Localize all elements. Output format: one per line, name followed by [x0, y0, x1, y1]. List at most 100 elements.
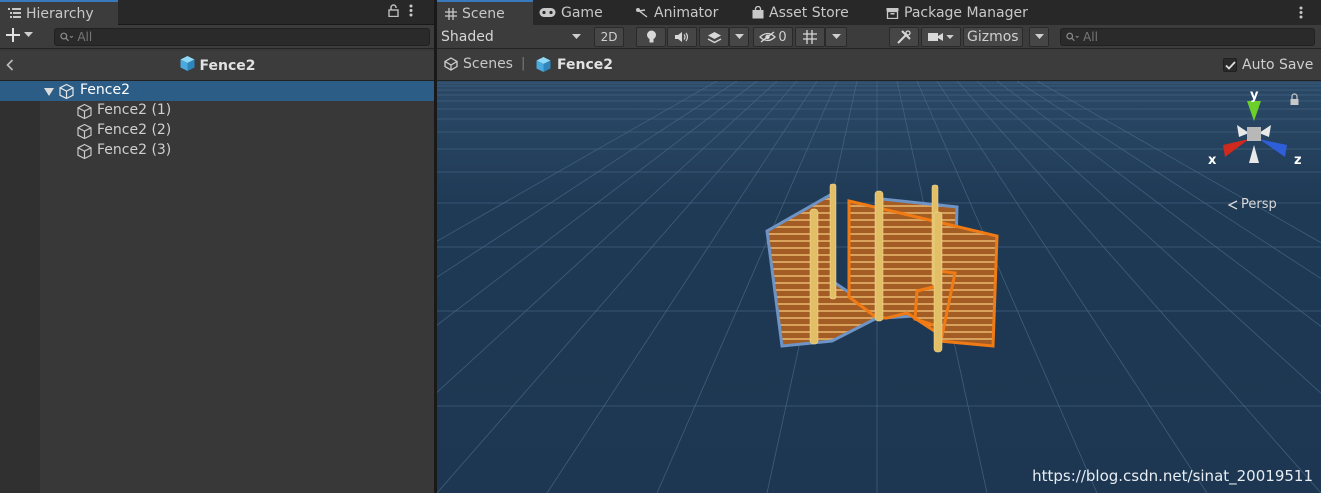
- hidden-count: 0: [778, 29, 787, 45]
- scene-search-input[interactable]: [1083, 30, 1314, 44]
- orientation-gizmo[interactable]: [1209, 91, 1299, 176]
- auto-save-toggle[interactable]: Auto Save: [1223, 57, 1313, 73]
- breadcrumb-scenes[interactable]: Scenes: [444, 56, 513, 72]
- axis-x-label: x: [1208, 153, 1217, 168]
- tab-scene[interactable]: Scene: [437, 0, 533, 25]
- hierarchy-tabbar: Hierarchy: [0, 0, 434, 25]
- scene-viewport[interactable]: y x z Persp https://blog.csdn.net/sinat_…: [437, 81, 1321, 493]
- tools-icon: [897, 30, 911, 44]
- tab-animator-label: Animator: [654, 4, 719, 21]
- gizmo-lock-icon[interactable]: [1291, 93, 1298, 99]
- tab-asset-store-label: Asset Store: [769, 4, 849, 21]
- prefab-context-header: Fence2: [0, 51, 434, 81]
- more-options-icon[interactable]: [409, 4, 413, 21]
- caret-down-icon: [572, 34, 581, 39]
- more-options-icon[interactable]: [1299, 6, 1303, 23]
- grid-toggle[interactable]: [795, 27, 825, 47]
- grid-dropdown[interactable]: [825, 27, 847, 47]
- draw-mode-dropdown[interactable]: Shaded: [441, 27, 585, 47]
- camera-icon: [928, 33, 943, 41]
- scene-toolbar: Shaded 2D 0 Gizmos All: [437, 25, 1321, 49]
- toggle-2d-label: 2D: [600, 30, 618, 44]
- prefab-cube-icon: [536, 57, 551, 72]
- create-dropdown[interactable]: [6, 28, 33, 42]
- tab-game-label: Game: [561, 4, 603, 21]
- tree-row-label: Fence2 (2): [97, 122, 172, 138]
- list-icon: [8, 6, 21, 22]
- expand-arrow-icon[interactable]: [44, 85, 54, 101]
- tree-row-label: Fence2 (3): [97, 142, 172, 158]
- gizmos-dropdown[interactable]: [1029, 27, 1049, 47]
- chevron-left-icon: [1227, 199, 1238, 210]
- tab-hierarchy-label: Hierarchy: [26, 5, 94, 22]
- tab-hierarchy[interactable]: Hierarchy: [0, 0, 118, 25]
- checkmark-icon: [1224, 60, 1236, 70]
- tab-asset-store[interactable]: Asset Store: [744, 0, 857, 25]
- auto-save-label: Auto Save: [1242, 57, 1314, 73]
- hidden-objects-toggle[interactable]: 0: [753, 27, 793, 47]
- tree-row-label: Fence2 (1): [97, 102, 172, 118]
- search-icon: [60, 32, 74, 42]
- caret-down-icon: [946, 34, 954, 39]
- store-bag-icon: [752, 6, 764, 19]
- camera-dropdown[interactable]: [921, 27, 961, 47]
- tab-scene-label: Scene: [462, 5, 505, 22]
- projection-label: Persp: [1241, 197, 1277, 212]
- effects-dropdown[interactable]: [729, 27, 749, 47]
- tools-button[interactable]: [889, 27, 919, 47]
- search-icon: [1066, 32, 1079, 42]
- hierarchy-search[interactable]: [54, 28, 430, 46]
- lock-icon[interactable]: [388, 4, 399, 21]
- back-chevron-icon[interactable]: [6, 57, 14, 75]
- watermark-text: https://blog.csdn.net/sinat_20019511: [1032, 467, 1313, 485]
- caret-down-icon: [734, 34, 744, 39]
- prefab-context-title: Fence2: [199, 57, 256, 74]
- scene-panel: Scene Game Animator Asset Store Package …: [437, 0, 1321, 493]
- scene-tabbar: Scene Game Animator Asset Store Package …: [437, 0, 1321, 25]
- projection-toggle[interactable]: Persp: [1227, 197, 1277, 212]
- breadcrumb-scenes-label: Scenes: [463, 56, 513, 72]
- animator-icon: [636, 7, 648, 18]
- tree-row-fence2-2[interactable]: Fence2 (2): [0, 121, 434, 141]
- toggle-2d-button[interactable]: 2D: [594, 27, 624, 47]
- breadcrumb-separator: |: [521, 56, 526, 71]
- scene-search[interactable]: [1060, 28, 1315, 46]
- tab-package-manager-label: Package Manager: [904, 4, 1028, 21]
- gameobject-cube-icon: [76, 143, 93, 164]
- caret-down-icon: [831, 34, 841, 39]
- gizmos-label: Gizmos: [967, 29, 1019, 45]
- prefab-cube-icon: [179, 55, 196, 76]
- lighting-toggle[interactable]: [636, 27, 666, 47]
- hierarchy-tree: Fence2 Fence2 (1) Fence2 (2) Fence2 (3): [0, 81, 434, 493]
- tab-game[interactable]: Game: [531, 0, 611, 25]
- hierarchy-toolbar: [0, 25, 434, 49]
- breadcrumb-prefab-label: Fence2: [557, 56, 613, 73]
- caret-down-icon: [24, 32, 33, 37]
- prefab-breadcrumb-bar: Scenes | Fence2 Auto Save: [437, 49, 1321, 81]
- auto-save-checkbox[interactable]: [1223, 58, 1237, 72]
- caret-down-icon: [1034, 34, 1044, 39]
- gizmos-button[interactable]: Gizmos: [963, 27, 1023, 47]
- package-icon: [886, 7, 899, 19]
- tree-row-fence2-3[interactable]: Fence2 (3): [0, 141, 434, 161]
- grid-snap-icon: [803, 30, 817, 44]
- lightbulb-icon: [646, 30, 656, 43]
- fence-prefab-objects[interactable]: [437, 81, 1321, 493]
- tab-animator[interactable]: Animator: [627, 0, 726, 25]
- gamepad-icon: [539, 8, 556, 17]
- plus-icon: [6, 28, 20, 42]
- unity-scene-icon: [444, 57, 458, 71]
- effects-toggle[interactable]: [699, 27, 729, 47]
- speaker-icon: [674, 32, 688, 42]
- tree-row-fence2[interactable]: Fence2: [0, 81, 434, 101]
- axis-y-label: y: [1250, 88, 1259, 103]
- hierarchy-search-input[interactable]: [77, 30, 429, 44]
- eye-slash-icon: [759, 31, 777, 43]
- tree-row-label: Fence2: [80, 82, 130, 98]
- hierarchy-tab-actions: [388, 0, 413, 25]
- audio-toggle[interactable]: [667, 27, 697, 47]
- tab-package-manager[interactable]: Package Manager: [878, 0, 1036, 25]
- tree-row-fence2-1[interactable]: Fence2 (1): [0, 101, 434, 121]
- layers-icon: [707, 31, 721, 43]
- breadcrumb-prefab[interactable]: Fence2: [535, 56, 613, 73]
